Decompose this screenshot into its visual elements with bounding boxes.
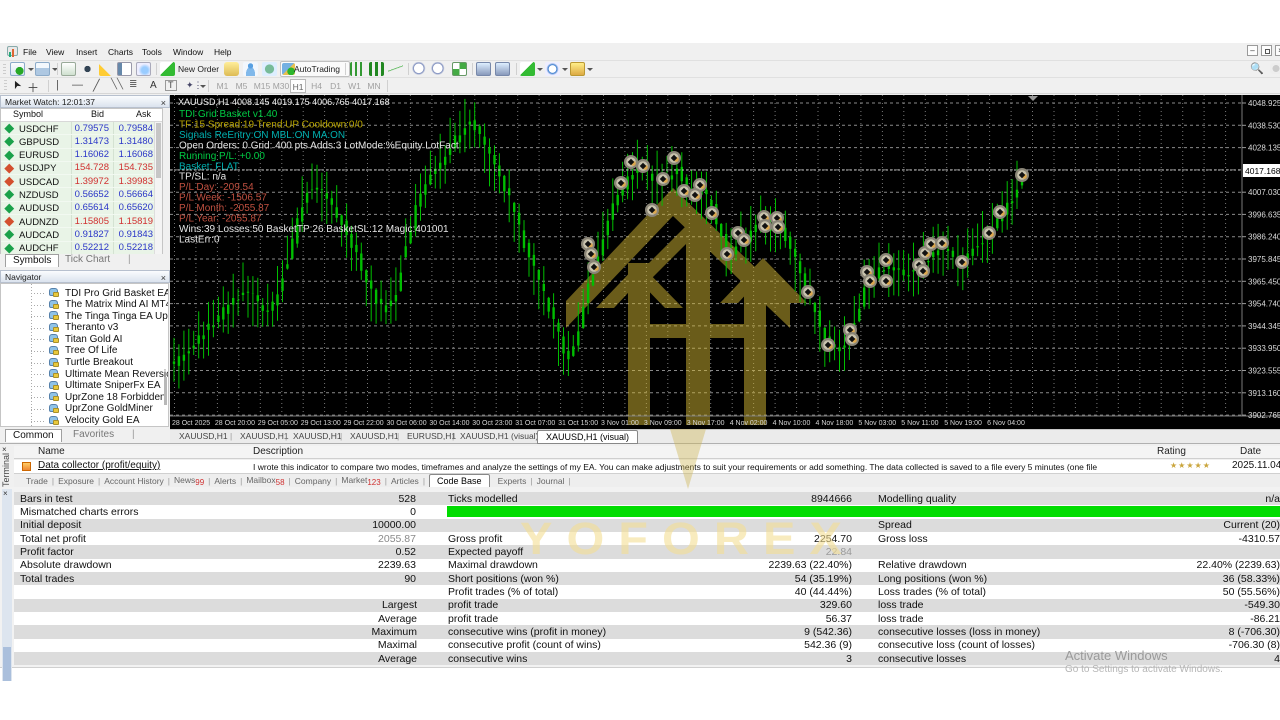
svg-text:3986.240: 3986.240: [1248, 233, 1280, 242]
svg-text:5 Nov 19:00: 5 Nov 19:00: [944, 420, 982, 427]
svg-text:3944.345: 3944.345: [1248, 322, 1280, 331]
svg-text:29 Oct 05:00: 29 Oct 05:00: [258, 420, 298, 427]
svg-text:28 Oct 2025: 28 Oct 2025: [172, 420, 210, 427]
svg-text:28 Oct 20:00: 28 Oct 20:00: [215, 420, 255, 427]
svg-text:4017.168: 4017.168: [1245, 166, 1280, 176]
svg-text:P/L Week: -1506.57: P/L Week: -1506.57: [179, 193, 267, 204]
svg-text:Signals ReEntry:ON MBL:ON M: Signals ReEntry:ON MBL:ON MA:ON: [179, 130, 345, 141]
svg-text:6 Nov 04:00: 6 Nov 04:00: [987, 420, 1025, 427]
svg-text:LastErr:0: LastErr:0: [179, 234, 220, 245]
svg-text:4028.135: 4028.135: [1248, 144, 1280, 153]
svg-text:29 Oct 13:00: 29 Oct 13:00: [301, 420, 341, 427]
svg-text:3902.765: 3902.765: [1248, 411, 1280, 420]
svg-text:4 Nov 18:00: 4 Nov 18:00: [816, 420, 854, 427]
svg-text:P/L Year: -2055.87: P/L Year: -2055.87: [179, 214, 262, 225]
svg-text:4048.925: 4048.925: [1248, 99, 1280, 108]
svg-text:3954.740: 3954.740: [1248, 300, 1280, 309]
svg-text:5 Nov 03:00: 5 Nov 03:00: [858, 420, 896, 427]
svg-text:30 Oct 14:00: 30 Oct 14:00: [429, 420, 469, 427]
svg-text:TDI Grid Basket v1.40: TDI Grid Basket v1.40: [179, 109, 278, 120]
svg-text:3923.555: 3923.555: [1248, 367, 1280, 376]
svg-text:31 Oct 07:00: 31 Oct 07:00: [515, 420, 555, 427]
svg-text:4 Nov 02:00: 4 Nov 02:00: [730, 420, 768, 427]
svg-text:Wins:39 Losses:50 BasketTP:2: Wins:39 Losses:50 BasketTP:26 BasketSL:1…: [179, 224, 449, 235]
svg-text:3933.950: 3933.950: [1248, 344, 1280, 353]
svg-text:Running P/L: +0.00: Running P/L: +0.00: [179, 151, 265, 162]
svg-text:30 Oct 06:00: 30 Oct 06:00: [387, 420, 427, 427]
svg-text:XAUUSD,H1 4008.145 4019.175 4: XAUUSD,H1 4008.145 4019.175 4006.765 401…: [178, 97, 390, 107]
svg-text:3975.845: 3975.845: [1248, 255, 1280, 264]
svg-text:31 Oct 15:00: 31 Oct 15:00: [558, 420, 598, 427]
svg-text:4038.530: 4038.530: [1248, 121, 1280, 130]
svg-text:29 Oct 22:00: 29 Oct 22:00: [344, 420, 384, 427]
svg-text:TP/SL: n/a: TP/SL: n/a: [179, 172, 227, 183]
svg-text:3996.635: 3996.635: [1248, 210, 1280, 219]
svg-text:TF:15 Spread:19 Trend:UP Co: TF:15 Spread:19 Trend:UP Cooldown:0/0: [179, 120, 363, 131]
svg-text:3913.160: 3913.160: [1248, 389, 1280, 398]
svg-text:3 Nov 17:00: 3 Nov 17:00: [687, 420, 725, 427]
svg-text:Open Orders: 0 Grid: 400 pts: Open Orders: 0 Grid: 400 pts Adds:3 LotM…: [179, 140, 459, 151]
svg-text:P/L Day: -209.54: P/L Day: -209.54: [179, 182, 254, 193]
svg-text:Basket: FLAT: Basket: FLAT: [179, 161, 239, 172]
svg-text:4 Nov 10:00: 4 Nov 10:00: [773, 420, 811, 427]
svg-text:5 Nov 11:00: 5 Nov 11:00: [901, 420, 938, 427]
svg-text:3 Nov 09:00: 3 Nov 09:00: [644, 420, 682, 427]
svg-text:30 Oct 23:00: 30 Oct 23:00: [472, 420, 512, 427]
svg-text:3965.450: 3965.450: [1248, 277, 1280, 286]
svg-text:3 Nov 01:00: 3 Nov 01:00: [601, 420, 639, 427]
svg-text:4007.030: 4007.030: [1248, 188, 1280, 197]
svg-text:P/L Month: -2055.87: P/L Month: -2055.87: [179, 203, 270, 214]
